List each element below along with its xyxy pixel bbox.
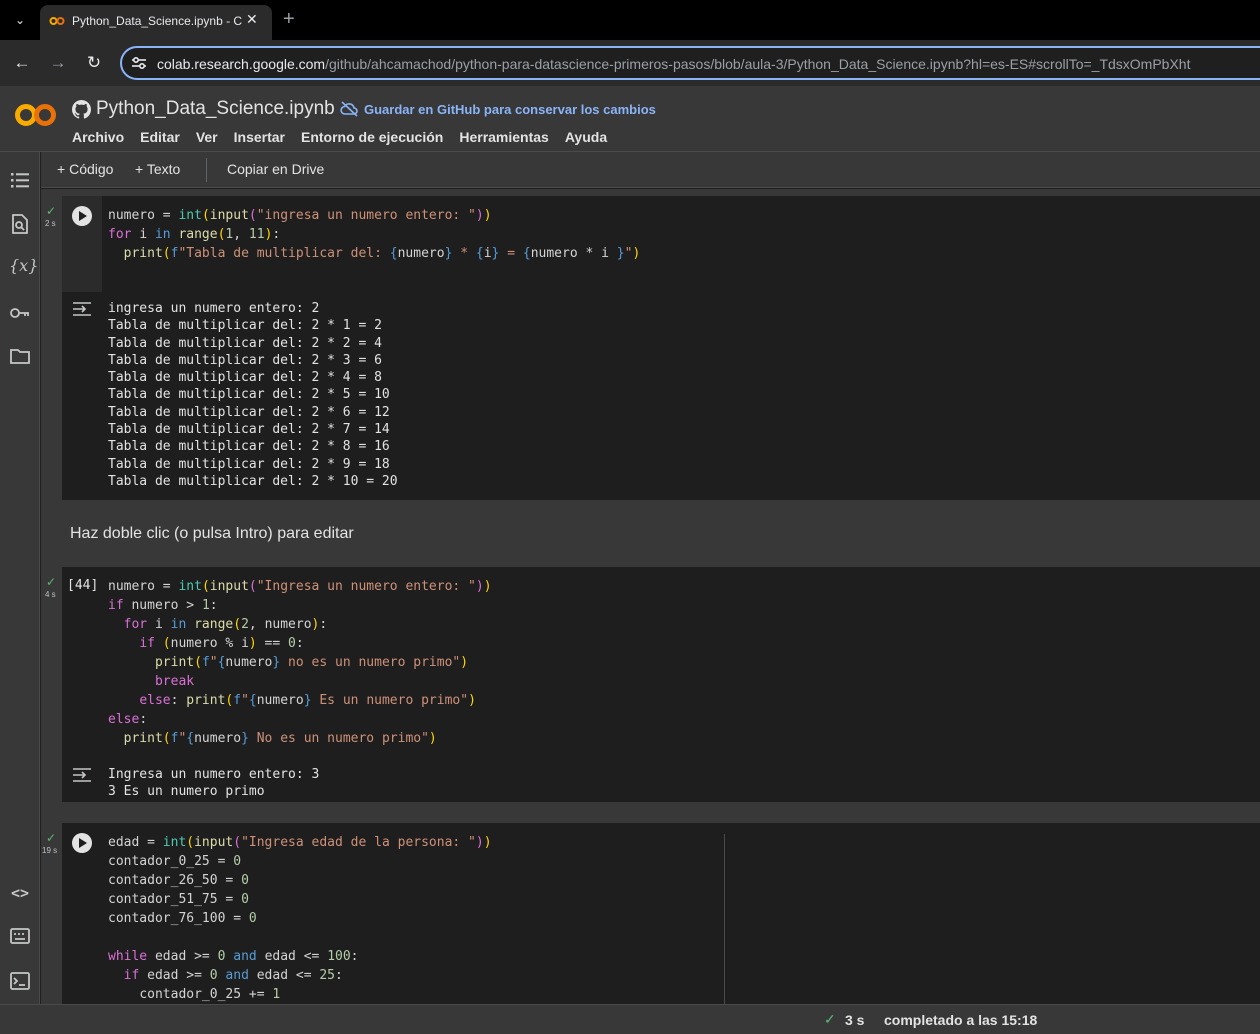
browser-address-bar: ← → ↻ colab.research.google.com/github/a… <box>0 40 1260 86</box>
output-text: ingresa un numero entero: 2 Tabla de mul… <box>108 301 398 489</box>
url-text: colab.research.google.com/github/ahcamac… <box>157 56 1191 72</box>
browser-tab[interactable]: Python_Data_Science.ipynb - Co ✕ <box>40 5 272 40</box>
back-arrow-icon[interactable]: ← <box>11 52 33 74</box>
status-completed-text[interactable]: completado a las 15:18 <box>884 1012 1037 1028</box>
colab-favicon-icon <box>49 17 65 25</box>
browser-tab-bar: ⌄ Python_Data_Science.ipynb - Co ✕ + <box>0 0 1260 40</box>
save-to-github-label: Guardar en GitHub para conservar los cam… <box>364 101 656 117</box>
secrets-key-icon[interactable] <box>9 302 31 324</box>
completed-check-icon: ✓ <box>824 1011 836 1027</box>
cell-success-check-icon: ✓ <box>46 831 57 845</box>
command-palette-icon[interactable] <box>9 925 31 947</box>
menu-archivo[interactable]: Archivo <box>72 129 124 145</box>
variables-icon[interactable]: {x} <box>9 255 38 277</box>
code-text[interactable]: numero = int(input("Ingresa un numero en… <box>108 577 492 748</box>
forward-arrow-icon[interactable]: → <box>47 52 69 74</box>
code-text[interactable]: numero = int(input("ingresa un numero en… <box>108 206 640 263</box>
find-replace-icon[interactable] <box>9 213 31 235</box>
save-to-github-link[interactable]: Guardar en GitHub para conservar los cam… <box>340 101 656 117</box>
code-snippets-icon[interactable]: <> <box>9 882 31 904</box>
menu-insertar[interactable]: Insertar <box>234 129 285 145</box>
markdown-cell-placeholder[interactable]: Haz doble clic (o pulsa Intro) para edit… <box>70 525 354 543</box>
menu-ver[interactable]: Ver <box>196 129 218 145</box>
cell-success-check-icon: ✓ <box>46 204 57 218</box>
folder-icon[interactable] <box>9 345 31 367</box>
status-bar: ✓ 3 s completado a las 15:18 <box>0 1004 1260 1034</box>
notebook-title[interactable]: Python_Data_Science.ipynb <box>96 98 335 120</box>
terminal-icon[interactable] <box>9 970 31 992</box>
cell-exec-time: 4 s <box>45 590 56 599</box>
menu-bar: Archivo Editar Ver Insertar Entorno de e… <box>72 129 607 145</box>
close-icon[interactable]: ✕ <box>246 11 258 28</box>
new-tab-plus-icon[interactable]: + <box>283 8 295 30</box>
execution-count: [44] <box>67 578 99 593</box>
colab-header: Python_Data_Science.ipynb Guardar en Git… <box>0 86 1260 152</box>
url-input[interactable]: colab.research.google.com/github/ahcamac… <box>120 46 1260 80</box>
menu-entorno-ejecucion[interactable]: Entorno de ejecución <box>301 129 443 145</box>
colab-logo-icon[interactable] <box>14 102 58 128</box>
cell-exec-time: 19 s <box>42 846 58 855</box>
output-text: Ingresa un numero entero: 3 3 Es un nume… <box>108 767 320 800</box>
toolbar-divider <box>206 158 207 182</box>
github-icon <box>72 100 91 119</box>
menu-herramientas[interactable]: Herramientas <box>459 129 549 145</box>
output-actions-icon[interactable] <box>71 300 93 318</box>
reload-icon[interactable]: ↻ <box>83 52 105 74</box>
site-settings-icon[interactable] <box>130 55 148 71</box>
output-actions-icon[interactable] <box>71 766 93 784</box>
menu-editar[interactable]: Editar <box>140 129 180 145</box>
menu-ayuda[interactable]: Ayuda <box>565 129 607 145</box>
cloud-off-icon <box>340 101 358 117</box>
editor-ruler <box>724 834 725 1004</box>
run-cell-button[interactable] <box>72 206 92 226</box>
notebook-toolbar: + Código + Texto Copiar en Drive <box>41 152 1260 188</box>
left-sidebar: {x} <> <box>0 152 40 1004</box>
add-code-cell-button[interactable]: + Código <box>57 161 113 177</box>
cell-success-check-icon: ✓ <box>46 575 57 589</box>
code-text[interactable]: edad = int(input("Ingresa edad de la per… <box>108 833 492 1004</box>
table-of-contents-icon[interactable] <box>9 169 31 191</box>
run-cell-button[interactable] <box>72 833 92 853</box>
tab-search-chevron-icon[interactable]: ⌄ <box>8 8 32 32</box>
status-exec-time: 3 s <box>845 1012 865 1028</box>
cell-exec-time: 2 s <box>45 219 56 228</box>
tab-title: Python_Data_Science.ipynb - Co <box>72 14 242 28</box>
copy-to-drive-button[interactable]: Copiar en Drive <box>227 161 324 177</box>
notebook-area: ✓ 2 s numero = int(input("ingresa un num… <box>41 189 1260 1004</box>
add-text-cell-button[interactable]: + Texto <box>135 161 180 177</box>
